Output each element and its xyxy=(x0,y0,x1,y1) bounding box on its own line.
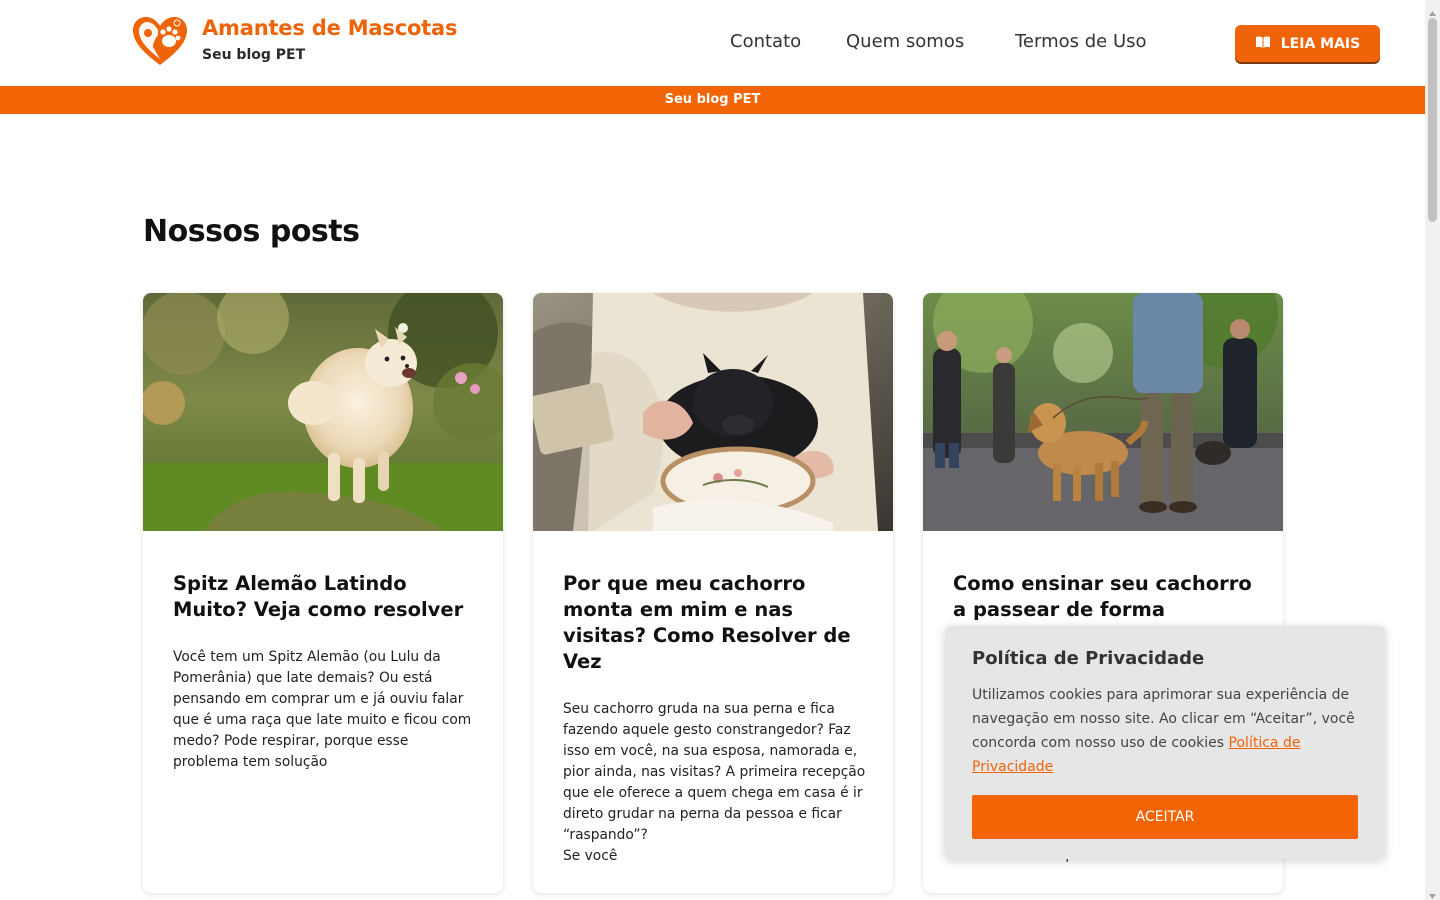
book-icon xyxy=(1255,35,1271,53)
scroll-down-arrow-icon[interactable] xyxy=(1428,886,1437,899)
cookie-consent-popup: Política de Privacidade Utilizamos cooki… xyxy=(945,626,1385,859)
cookie-text: Utilizamos cookies para aprimorar sua ex… xyxy=(972,683,1367,779)
post-title[interactable]: Spitz Alemão Latindo Muito? Veja como re… xyxy=(173,571,478,623)
nav-contato-link[interactable]: Contato xyxy=(730,31,801,52)
post-title[interactable]: Como ensinar seu cachorro a passear de f… xyxy=(953,571,1258,623)
nav-quem-somos-link[interactable]: Quem somos xyxy=(846,31,964,52)
brand-title[interactable]: Amantes de Mascotas xyxy=(202,16,457,40)
scrollbar-thumb[interactable] xyxy=(1428,18,1437,222)
post-excerpt: Seu cachorro gruda na sua perna e fica f… xyxy=(563,701,866,864)
nav-termos-de-uso-link[interactable]: Termos de Uso xyxy=(1015,31,1147,52)
post-excerpt: Você tem um Spitz Alemão (ou Lulu da Pom… xyxy=(173,649,472,770)
post-card[interactable]: Por que meu cachorro monta em mim e nas … xyxy=(533,293,893,893)
page-scrollbar[interactable] xyxy=(1425,0,1440,900)
section-title: Nossos posts xyxy=(143,214,360,249)
cookie-title: Política de Privacidade xyxy=(972,648,1205,669)
scroll-up-arrow-icon[interactable] xyxy=(1428,3,1437,16)
top-banner: Seu blog PET xyxy=(0,86,1425,114)
post-card[interactable]: Spitz Alemão Latindo Muito? Veja como re… xyxy=(143,293,503,893)
page-viewport: Amantes de Mascotas Seu blog PET Contato… xyxy=(0,0,1425,900)
accept-cookies-button[interactable]: ACEITAR xyxy=(972,795,1358,839)
brand-subtitle: Seu blog PET xyxy=(202,47,306,63)
post-title[interactable]: Por que meu cachorro monta em mim e nas … xyxy=(563,571,868,675)
post-image-walking-dog[interactable] xyxy=(923,293,1283,531)
post-image-bulldog[interactable] xyxy=(533,293,893,531)
post-image-spitz[interactable] xyxy=(143,293,503,531)
leia-mais-label: LEIA MAIS xyxy=(1280,35,1361,52)
heart-paw-logo-icon[interactable] xyxy=(131,15,189,67)
leia-mais-button[interactable]: LEIA MAIS xyxy=(1235,25,1380,62)
site-header: Amantes de Mascotas Seu blog PET Contato… xyxy=(0,0,1425,86)
